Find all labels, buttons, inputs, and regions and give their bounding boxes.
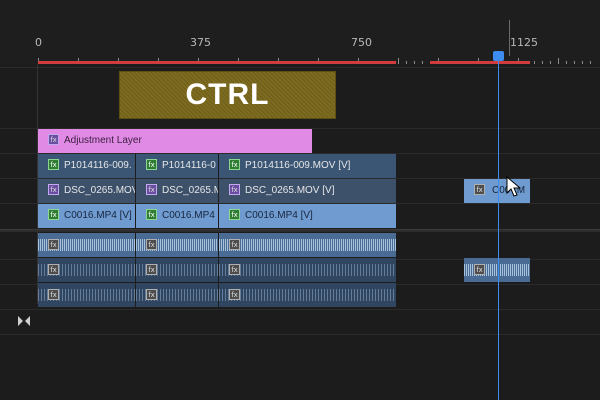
- clip-label: DSC_0265.MOV [V]: [245, 185, 335, 196]
- ctrl-title-text: CTRL: [185, 78, 270, 111]
- fx-badge-icon: fx: [229, 289, 240, 300]
- a1-clip-1[interactable]: fx: [38, 233, 135, 257]
- clip-label: P1014116-0: [162, 160, 216, 171]
- v3-clip-3[interactable]: fx P1014116-009.MOV [V]: [219, 154, 396, 178]
- v1-clip-2[interactable]: fx C0016.MP4 [: [136, 204, 218, 228]
- fx-badge-icon: fx: [146, 264, 157, 275]
- a1-clip-3[interactable]: fx: [219, 233, 396, 257]
- fx-badge-icon: fx: [229, 184, 240, 195]
- adjustment-layer-clip[interactable]: fx Adjustment Layer: [38, 129, 312, 153]
- fx-badge-icon: fx: [48, 239, 59, 250]
- clip-label: DSC_0265.MOV: [64, 185, 135, 196]
- v3-clip-1[interactable]: fx P1014116-009.: [38, 154, 135, 178]
- v2-clip-3[interactable]: fx DSC_0265.MOV [V]: [219, 179, 396, 203]
- ctrl-title-clip[interactable]: CTRL: [119, 71, 336, 119]
- a1-clip-2[interactable]: fx: [136, 233, 218, 257]
- v2-clip-2[interactable]: fx DSC_0265.M: [136, 179, 218, 203]
- fx-badge-icon: fx: [48, 289, 59, 300]
- clip-label: P1014116-009.MOV [V]: [245, 160, 351, 171]
- ruler-marker: [509, 20, 510, 56]
- fx-badge-icon: fx: [474, 184, 485, 195]
- fx-badge-icon: fx: [48, 159, 59, 170]
- fx-badge-icon: fx: [146, 209, 157, 220]
- fx-badge-icon: fx: [229, 264, 240, 275]
- dragged-audio-clip[interactable]: fx: [464, 258, 530, 282]
- fx-badge-icon: fx: [229, 209, 240, 220]
- v3-clip-2[interactable]: fx P1014116-0: [136, 154, 218, 178]
- a2-clip-2[interactable]: fx: [136, 258, 218, 282]
- fx-badge-icon: fx: [474, 264, 485, 275]
- fx-badge-icon: fx: [48, 184, 59, 195]
- v2-clip-1[interactable]: fx DSC_0265.MOV: [38, 179, 135, 203]
- v1-clip-3[interactable]: fx C0016.MP4 [V]: [219, 204, 396, 228]
- clip-label: C0016.MP4 [V]: [64, 210, 132, 221]
- video-audio-divider[interactable]: [0, 229, 600, 232]
- ruler-label-0: 0: [35, 36, 42, 49]
- a2-clip-1[interactable]: fx: [38, 258, 135, 282]
- fx-badge-icon: fx: [48, 209, 59, 220]
- clip-label: C0016.MP4 [V]: [245, 210, 313, 221]
- clip-label: DSC_0265.M: [162, 185, 218, 196]
- clip-label: P1014116-009.: [64, 160, 132, 171]
- clip-label: Adjustment Layer: [64, 135, 142, 146]
- fx-badge-icon: fx: [229, 159, 240, 170]
- fx-badge-icon: fx: [146, 184, 157, 195]
- a2-clip-3[interactable]: fx: [219, 258, 396, 282]
- mouse-cursor-icon: [506, 176, 522, 198]
- ruler-label-750: 750: [351, 36, 372, 49]
- a3-clip-3[interactable]: fx: [219, 283, 396, 307]
- clip-label: C0016.MP4 [: [162, 210, 218, 221]
- time-ruler[interactable]: 0 375 750 1125: [0, 0, 600, 64]
- ruler-label-1125: 1125: [510, 36, 538, 49]
- fx-badge-icon: fx: [48, 134, 59, 145]
- a3-clip-1[interactable]: fx: [38, 283, 135, 307]
- fx-badge-icon: fx: [48, 264, 59, 275]
- playhead-line[interactable]: [498, 52, 499, 400]
- v1-clip-1[interactable]: fx C0016.MP4 [V]: [38, 204, 135, 228]
- fx-badge-icon: fx: [229, 239, 240, 250]
- fx-badge-icon: fx: [146, 239, 157, 250]
- fx-badge-icon: fx: [146, 289, 157, 300]
- ruler-label-375: 375: [190, 36, 211, 49]
- fx-badge-icon: fx: [146, 159, 157, 170]
- a3-clip-2[interactable]: fx: [136, 283, 218, 307]
- gap-marker-icon[interactable]: [17, 312, 31, 326]
